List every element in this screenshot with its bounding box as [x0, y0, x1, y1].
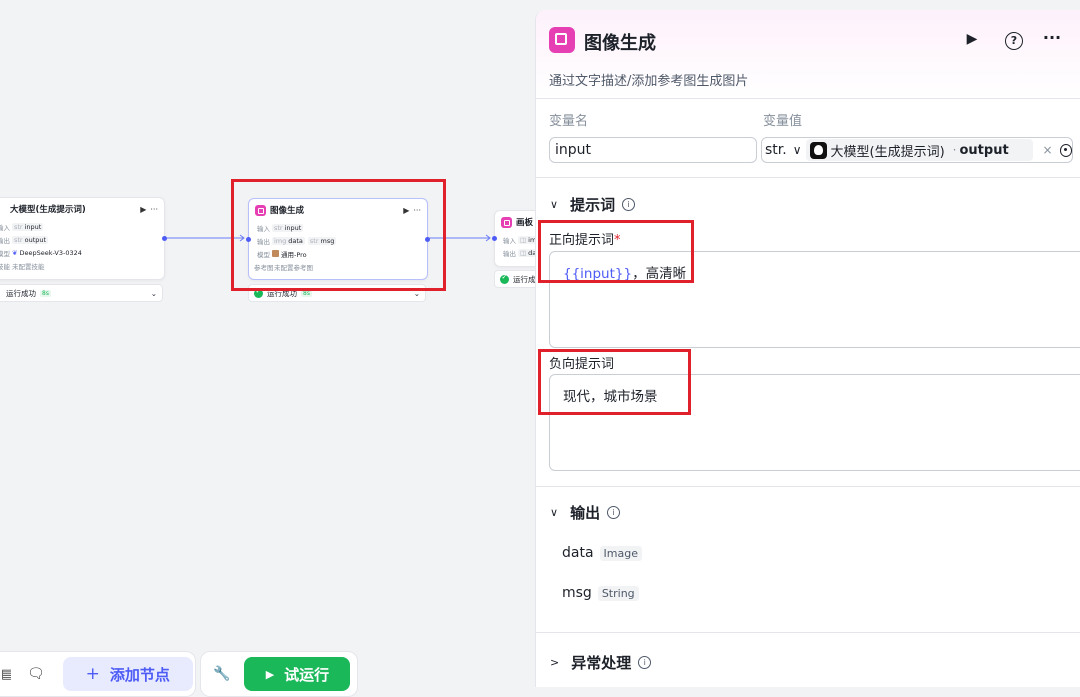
var-value-field[interactable]: str. ∨ 大模型(生成提示词) · output × [761, 137, 1073, 163]
negative-prompt-textarea[interactable]: 现代，城市场景 [549, 374, 1080, 471]
test-run-button[interactable]: ▶ 试运行 [244, 657, 351, 691]
divider [536, 632, 1080, 633]
var-type-select[interactable]: str. ∨ [765, 142, 802, 158]
image-generation-icon [549, 27, 575, 53]
output-port[interactable] [425, 237, 430, 242]
success-icon [254, 287, 263, 298]
prompt-section-header[interactable]: ∨ 提示词 i [550, 194, 636, 215]
node-image-generation[interactable]: 图像生成 ▶ ··· 输入 str input 输出 img data str msg 模型… [246, 198, 430, 280]
plus-icon: + [85, 664, 100, 684]
type-badge: String [597, 585, 639, 601]
wrench-icon[interactable]: 🔧 [213, 666, 230, 682]
node-title: 大模型(生成提示词) [10, 205, 86, 215]
chevron-down-icon: ∨ [550, 506, 559, 519]
play-icon: ▶ [265, 667, 275, 681]
model-thumbnail-icon [272, 250, 279, 257]
input-port[interactable] [246, 237, 251, 242]
chevron-down-icon: ∨ [550, 198, 559, 211]
input-port[interactable] [492, 236, 497, 241]
node-title: 图像生成 [270, 206, 305, 216]
status-text: 运行成功 [267, 288, 297, 298]
board-icon [501, 216, 512, 228]
var-reference[interactable]: 大模型(生成提示词) · output [805, 139, 1033, 161]
panel-title[interactable]: 图像生成 [584, 29, 656, 55]
panel-description: 通过文字描述/添加参考图生成图片 [549, 74, 749, 89]
edges [163, 234, 491, 242]
status-text: 运行成功 [6, 288, 36, 298]
image-generation-icon [255, 204, 266, 216]
chevron-down-icon[interactable]: ⌄ [151, 289, 157, 298]
canvas-toolbar-left: ▤ 🗨 + 添加节点 [0, 651, 196, 697]
clear-icon[interactable]: × [1043, 143, 1053, 157]
play-icon[interactable]: ▶ [961, 31, 983, 47]
output-port[interactable] [162, 236, 167, 241]
info-icon[interactable]: i [607, 506, 621, 519]
chevron-down-icon[interactable]: ⌄ [414, 289, 420, 298]
canvas-toolbar-right: 🔧 ▶ 试运行 [200, 651, 358, 697]
var-name-input[interactable]: input [549, 137, 757, 163]
play-icon[interactable]: ▶ [403, 206, 409, 215]
add-node-button[interactable]: + 添加节点 [62, 657, 193, 691]
llm-node-icon [809, 141, 827, 159]
info-icon[interactable]: i [622, 198, 636, 211]
var-value-label: 变量值 [763, 114, 803, 129]
negative-prompt-label: 负向提示词 [549, 357, 615, 372]
positive-prompt-textarea[interactable]: {{input}}，高清晰 [549, 251, 1080, 348]
output-section-header[interactable]: ∨ 输出 i [550, 502, 621, 523]
info-icon[interactable]: i [638, 656, 652, 669]
chevron-right-icon: > [550, 656, 560, 669]
status-bar-image[interactable]: 运行成功 8s ⌄ [248, 284, 426, 302]
node-llm[interactable]: 大模型(生成提示词) ▶ ··· 输入 str input 输出 str output … [0, 197, 167, 280]
workflow-canvas[interactable]: 大模型(生成提示词) ▶ ··· 输入 str input 输出 str output … [0, 0, 586, 697]
play-icon[interactable]: ▶ [140, 205, 146, 214]
node-config-panel: 图像生成 ▶ ? ··· 通过文字描述/添加参考图生成图片 变量名 变量值 in… [535, 10, 1080, 687]
more-icon[interactable]: ··· [150, 205, 158, 214]
var-name-label: 变量名 [549, 114, 589, 129]
chevron-down-icon: ∨ [792, 143, 802, 157]
divider [536, 177, 1080, 178]
more-icon[interactable]: ··· [1041, 28, 1063, 47]
success-icon [500, 273, 509, 284]
status-bar-llm[interactable]: 运行成功 8s ⌄ [0, 284, 163, 302]
comment-icon[interactable]: 🗨 [27, 666, 45, 682]
type-badge: Image [599, 545, 642, 561]
deepseek-icon: ❦ [12, 248, 18, 257]
output-item: msg String [562, 585, 639, 601]
panel-header: 图像生成 ▶ ? ··· 通过文字描述/添加参考图生成图片 [536, 10, 1080, 99]
more-icon[interactable]: ··· [413, 206, 421, 215]
divider [536, 486, 1080, 487]
positive-prompt-label: 正向提示词* [549, 233, 621, 248]
help-icon[interactable]: ? [1005, 32, 1023, 50]
minimap-icon[interactable]: ▤ [1, 667, 11, 682]
exception-section-header[interactable]: > 异常处理 i [550, 652, 652, 673]
status-text: 运行成 [513, 274, 536, 284]
target-icon[interactable] [1059, 143, 1072, 157]
output-item: data Image [562, 545, 642, 561]
